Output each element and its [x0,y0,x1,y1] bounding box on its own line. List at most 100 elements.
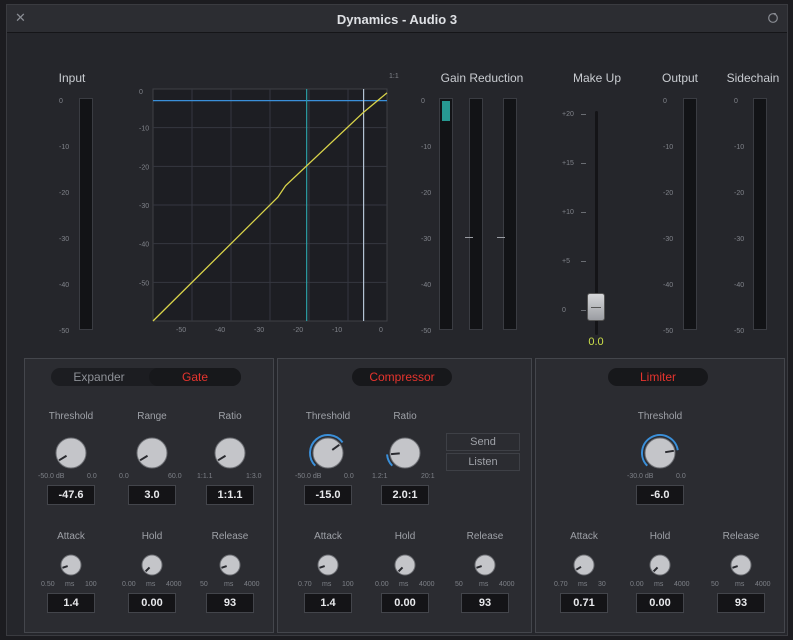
compressor-ratio-max: 20:1 [421,473,435,480]
listen-button[interactable]: Listen [446,453,520,471]
makeup-tick: 0 [562,307,566,314]
compressor-attack-label: Attack [314,531,342,542]
makeup-value: 0.0 [588,336,604,348]
expander_gate-hold-knob[interactable] [138,551,166,579]
expander-gate-panel: Expander Gate Threshold -50.0 dB 0.0 -47.6 R… [24,358,274,633]
expander_gate-ratio-min: 1:1.1 [197,473,213,480]
limiter-attack-label: Attack [570,531,598,542]
compressor-hold-knob[interactable] [391,551,419,579]
expander_gate-range-knob[interactable] [132,433,172,473]
compressor-threshold-max: 0.0 [344,473,354,480]
compressor-threshold-value[interactable]: -15.0 [304,485,352,505]
expander_gate-range-value[interactable]: 3.0 [128,485,176,505]
expander_gate-attack-max: 100 [85,581,97,588]
gain-reduction-level [442,101,450,121]
limiter-threshold-value[interactable]: -6.0 [636,485,684,505]
limiter-attack-knob[interactable] [570,551,598,579]
limiter-threshold-knob[interactable] [640,433,680,473]
output-meter [683,98,697,330]
limiter-release-value[interactable]: 93 [717,593,765,613]
limiter-hold-knob[interactable] [646,551,674,579]
sidechain-meter [753,98,767,330]
expander_gate-release-knob[interactable] [216,551,244,579]
gr-tick: -10 [421,144,432,151]
expander_gate-ratio-value[interactable]: 1:1.1 [206,485,254,505]
makeup-tick-mark [581,163,586,164]
expander_gate-threshold-label: Threshold [48,411,94,422]
sidechain-tick: -30 [734,236,745,243]
compressor-hold-value[interactable]: 0.00 [381,593,429,613]
limiter-hold-value[interactable]: 0.00 [636,593,684,613]
graph-corner-label: 1:1 [389,73,399,80]
title-bar: ✕ Dynamics - Audio 3 [7,5,787,33]
expander_gate-ratio-knob[interactable] [210,433,250,473]
compressor-release-knob[interactable] [471,551,499,579]
expander_gate-threshold-value[interactable]: -47.6 [47,485,95,505]
limiter-threshold-min: -30.0 dB [627,473,654,480]
expander_gate-ratio-label: Ratio [218,411,242,422]
compressor-attack-knob[interactable] [314,551,342,579]
expander_gate-hold-min: 0.00 [122,581,136,588]
input-tick: -10 [59,144,70,151]
gain-reduction-meter-1 [439,98,453,330]
window-title: Dynamics - Audio 3 [336,12,458,27]
compressor-ratio-label: Ratio [393,411,417,422]
limiter-release-min: 50 [711,581,719,588]
limiter-hold-label: Hold [649,531,671,542]
compressor-attack-unit: ms [322,581,332,588]
graph-x-tick: -50 [176,327,186,334]
output-tick: -40 [663,282,674,289]
tab-expander[interactable]: Expander [55,368,143,386]
limiter-release-label: Release [722,531,760,542]
gain-reduction-meter-2 [469,98,483,330]
expander_gate-release-value[interactable]: 93 [206,593,254,613]
compressor-ratio-knob[interactable] [385,433,425,473]
makeup-slider-handle[interactable] [587,293,605,321]
sidechain-tick: -50 [734,328,745,335]
reset-icon[interactable] [767,11,779,29]
expander_gate-threshold-min: -50.0 dB [38,473,65,480]
expander_gate-attack-knob[interactable] [57,551,85,579]
limiter-attack-value[interactable]: 0.71 [560,593,608,613]
graph-y-tick: -30 [139,203,149,210]
expander_gate-hold-value[interactable]: 0.00 [128,593,176,613]
graph-x-tick: 0 [379,327,383,334]
send-button[interactable]: Send [446,433,520,451]
expander_gate-attack-unit: ms [65,581,75,588]
compressor-ratio-min: 1.2:1 [372,473,388,480]
makeup-tick-mark [581,310,586,311]
compressor-ratio-value[interactable]: 2.0:1 [381,485,429,505]
input-tick: -40 [59,282,70,289]
gain-reduction-label: Gain Reduction [440,71,524,85]
limiter-release-knob[interactable] [727,551,755,579]
limiter-hold-unit: ms [654,581,664,588]
gain-reduction-meter-3 [503,98,517,330]
gr-tick: -50 [421,328,432,335]
compressor-threshold-min: -50.0 dB [295,473,322,480]
compressor-hold-max: 4000 [419,581,435,588]
gr-tick: -20 [421,190,432,197]
compressor-threshold-knob[interactable] [308,433,348,473]
expander_gate-attack-min: 0.50 [41,581,55,588]
expander_gate-attack-value[interactable]: 1.4 [47,593,95,613]
gr-marker-2 [497,237,505,238]
limiter-release-max: 4000 [755,581,771,588]
compressor-attack-value[interactable]: 1.4 [304,593,352,613]
graph-y-tick: -10 [139,126,149,133]
expander_gate-threshold-knob[interactable] [51,433,91,473]
tab-gate[interactable]: Gate [149,368,241,386]
expander_gate-hold-unit: ms [146,581,156,588]
compressor-attack-min: 0.70 [298,581,312,588]
limiter-title[interactable]: Limiter [608,368,708,386]
makeup-label: Make Up [572,71,622,85]
expander_gate-hold-max: 4000 [166,581,182,588]
makeup-tick: +10 [562,209,574,216]
output-tick: -50 [663,328,674,335]
input-tick: 0 [59,98,63,105]
compressor-hold-min: 0.00 [375,581,389,588]
compressor-release-value[interactable]: 93 [461,593,509,613]
output-tick: -10 [663,144,674,151]
transfer-graph[interactable]: 0 -10 -20 -30 -40 -50 -50 -40 -30 -20 -10 0 [135,81,390,336]
sidechain-label: Sidechain [726,71,780,85]
compressor-title[interactable]: Compressor [352,368,452,386]
